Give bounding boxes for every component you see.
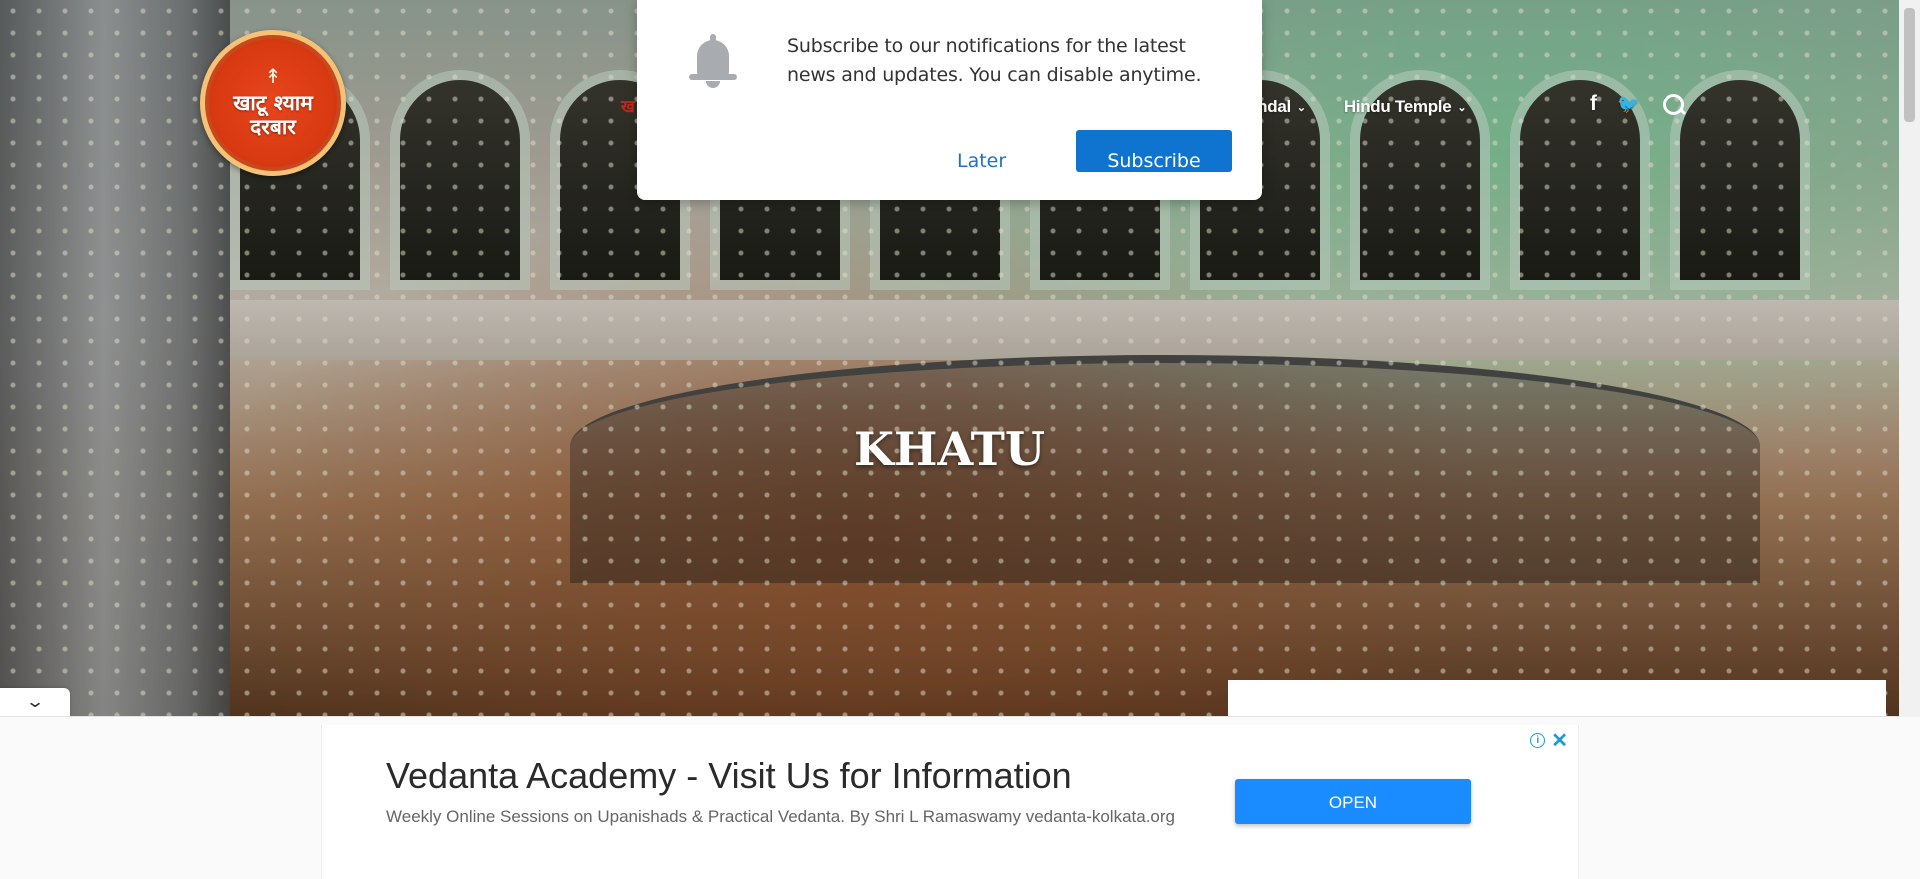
- close-icon[interactable]: ✕: [1551, 731, 1568, 751]
- info-icon[interactable]: i: [1530, 733, 1546, 748]
- social-links: f 🐦: [1590, 92, 1685, 116]
- chevron-down-icon: ⌄: [1296, 101, 1306, 114]
- notification-message: Subscribe to our notifications for the l…: [787, 35, 1202, 86]
- twitter-icon[interactable]: 🐦: [1617, 94, 1639, 115]
- ad-collapse-toggle[interactable]: ⌄: [0, 688, 70, 716]
- nav-item-partial[interactable]: ख: [621, 94, 635, 117]
- ad-open-button[interactable]: OPEN: [1235, 779, 1471, 824]
- bell-base: [689, 74, 737, 80]
- scrollbar[interactable]: [1899, 0, 1920, 717]
- logo-text-line1: खाटू श्याम: [233, 90, 313, 115]
- content-card: [1228, 680, 1886, 716]
- bell-icon: [689, 34, 737, 90]
- nav-item-hindu-temple[interactable]: Hindu Temple ⌄: [1343, 97, 1467, 117]
- chevron-down-icon: ⌄: [25, 692, 45, 711]
- ad-choices: i ✕: [1530, 731, 1568, 751]
- notification-prompt: Subscribe to our notifications for the l…: [637, 0, 1262, 200]
- site-logo[interactable]: ↟ खाटू श्याम दरबार: [200, 30, 346, 176]
- main-nav: andal ⌄ Hindu Temple ⌄: [1248, 92, 1500, 122]
- scrollbar-thumb[interactable]: [1904, 8, 1915, 122]
- ad-headline[interactable]: Vedanta Academy - Visit Us for Informati…: [386, 755, 1072, 797]
- bow-arrow-icon: ↟: [264, 65, 282, 88]
- facebook-icon[interactable]: f: [1590, 92, 1597, 116]
- page-title: KHATU: [854, 422, 1045, 476]
- ad-description: Weekly Online Sessions on Upanishads & P…: [386, 807, 1176, 826]
- nav-item-label: Hindu Temple: [1343, 97, 1452, 116]
- subscribe-button[interactable]: Subscribe: [1076, 130, 1232, 172]
- bell-clapper: [706, 81, 720, 88]
- logo-text-line2: दरबार: [250, 115, 296, 139]
- chevron-down-icon: ⌄: [1457, 101, 1467, 114]
- ad-bar: i ✕ Vedanta Academy - Visit Us for Infor…: [0, 716, 1899, 879]
- search-icon[interactable]: [1663, 93, 1685, 115]
- bell-body: [697, 40, 729, 76]
- later-button[interactable]: Later: [957, 150, 1006, 172]
- ad-unit[interactable]: i ✕ Vedanta Academy - Visit Us for Infor…: [321, 725, 1579, 879]
